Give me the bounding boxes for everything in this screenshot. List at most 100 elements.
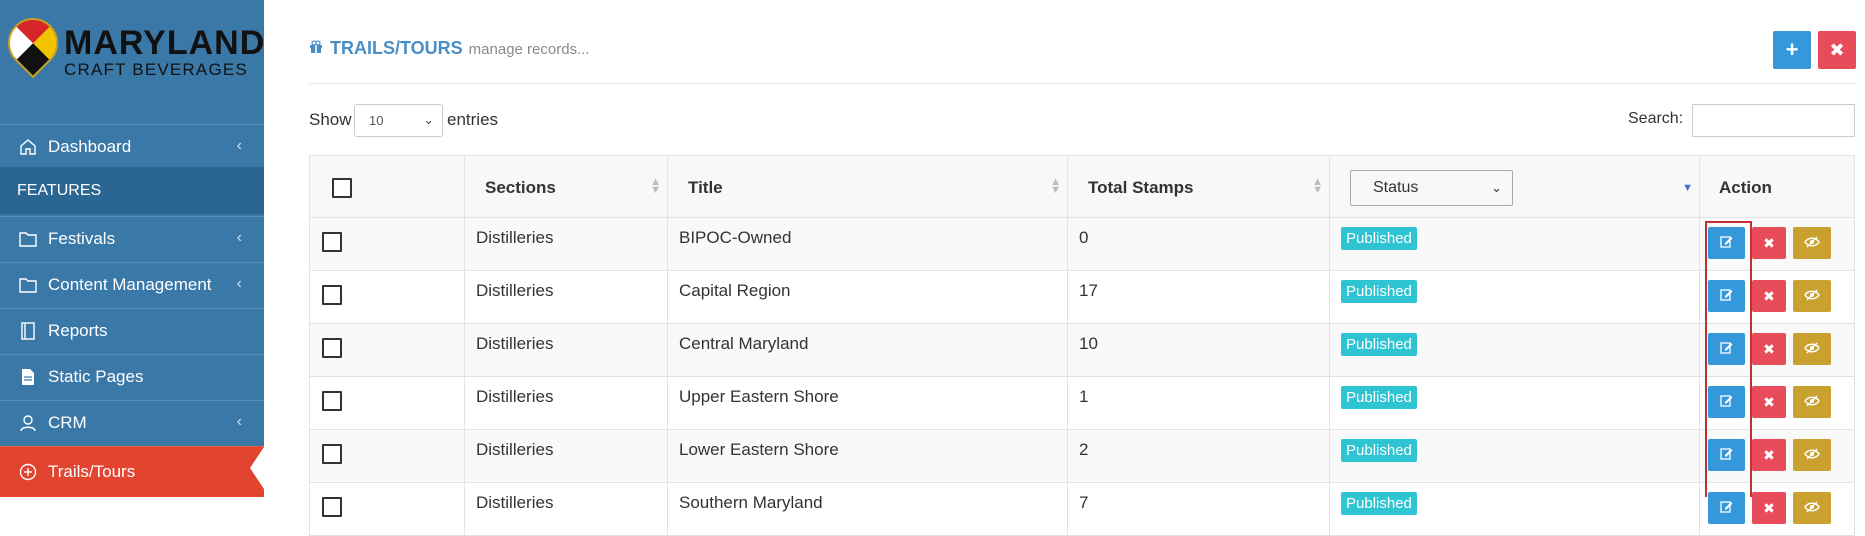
column-header-sections[interactable]: Sections ▲ ▼ bbox=[465, 156, 668, 219]
gift-icon bbox=[309, 40, 325, 56]
delete-button[interactable]: ✖ bbox=[1752, 439, 1786, 471]
close-icon: ✖ bbox=[1763, 340, 1775, 357]
table-header: Sections ▲ ▼ Title ▲ ▼ Total Stamps ▲ ▼ Sta… bbox=[309, 155, 1855, 219]
maryland-flag-pin-icon bbox=[0, 7, 69, 79]
status-badge: Published bbox=[1341, 386, 1417, 409]
sort-icon: ▲ ▼ bbox=[1312, 176, 1323, 196]
eye-slash-icon bbox=[1804, 235, 1820, 251]
delete-button[interactable]: ✖ bbox=[1752, 386, 1786, 418]
cell-section: Distilleries bbox=[465, 430, 668, 483]
cell-section: Distilleries bbox=[465, 483, 668, 536]
close-button[interactable]: ✖ bbox=[1818, 31, 1856, 69]
delete-button[interactable]: ✖ bbox=[1752, 227, 1786, 259]
row-select-cell bbox=[310, 324, 465, 377]
column-label: Total Stamps bbox=[1088, 177, 1194, 197]
status-filter-select[interactable]: Status ⌄ bbox=[1350, 169, 1513, 206]
cell-status: Published bbox=[1330, 324, 1700, 377]
cell-title: Southern Maryland bbox=[668, 483, 1068, 536]
cell-title: Upper Eastern Shore bbox=[668, 377, 1068, 430]
table-row: Distilleries Central Maryland 10 Published ✖ bbox=[309, 324, 1855, 377]
hide-button[interactable] bbox=[1793, 227, 1831, 259]
book-icon bbox=[18, 321, 38, 341]
status-badge: Published bbox=[1341, 333, 1417, 356]
sidebar-item-reports[interactable]: Reports bbox=[0, 308, 264, 353]
table-row: Distilleries BIPOC-Owned 0 Published ✖ bbox=[309, 218, 1855, 271]
cell-total-stamps: 17 bbox=[1068, 271, 1330, 324]
edit-icon bbox=[1720, 500, 1733, 516]
add-record-button[interactable]: + bbox=[1773, 31, 1811, 69]
chevron-left-icon: ‹ bbox=[236, 413, 242, 430]
search-label: Search: bbox=[1628, 110, 1684, 127]
column-header-total-stamps[interactable]: Total Stamps ▲ ▼ bbox=[1068, 156, 1330, 219]
eye-slash-icon bbox=[1804, 288, 1820, 304]
row-checkbox[interactable] bbox=[322, 285, 342, 305]
sidebar-item-static-pages[interactable]: Static Pages bbox=[0, 354, 264, 399]
hide-button[interactable] bbox=[1793, 333, 1831, 365]
header-divider bbox=[309, 83, 1855, 84]
delete-button[interactable]: ✖ bbox=[1752, 333, 1786, 365]
cell-total-stamps: 7 bbox=[1068, 483, 1330, 536]
cell-total-stamps: 1 bbox=[1068, 377, 1330, 430]
row-select-cell bbox=[310, 377, 465, 430]
cell-total-stamps: 10 bbox=[1068, 324, 1330, 377]
cell-title: Central Maryland bbox=[668, 324, 1068, 377]
cell-status: Published bbox=[1330, 483, 1700, 536]
cell-total-stamps: 2 bbox=[1068, 430, 1330, 483]
hide-button[interactable] bbox=[1793, 439, 1831, 471]
column-header-title[interactable]: Title ▲ ▼ bbox=[668, 156, 1068, 219]
sidebar-item-label: Trails/Tours bbox=[48, 462, 136, 481]
sidebar-section-features: FEATURES bbox=[0, 167, 264, 214]
select-all-checkbox[interactable] bbox=[332, 177, 352, 198]
close-icon: ✖ bbox=[1763, 393, 1775, 410]
row-select-cell bbox=[310, 430, 465, 483]
hide-button[interactable] bbox=[1793, 386, 1831, 418]
row-checkbox[interactable] bbox=[322, 391, 342, 411]
cell-status: Published bbox=[1330, 271, 1700, 324]
cell-section: Distilleries bbox=[465, 324, 668, 377]
status-badge: Published bbox=[1341, 492, 1417, 515]
edit-column-highlight bbox=[1705, 221, 1752, 497]
folder-icon bbox=[18, 275, 38, 295]
sort-icon: ▲ ▼ bbox=[650, 176, 661, 196]
sidebar-item-trails-tours[interactable]: Trails/Tours bbox=[0, 446, 264, 497]
logo[interactable]: MARYLAND CRAFT BEVERAGES bbox=[0, 0, 264, 108]
page-subtitle: manage records... bbox=[468, 41, 590, 58]
row-checkbox[interactable] bbox=[322, 497, 342, 517]
select-all-cell bbox=[310, 156, 465, 219]
sidebar-item-festivals[interactable]: Festivals ‹ bbox=[0, 216, 264, 261]
logo-line2: CRAFT BEVERAGES bbox=[64, 60, 248, 79]
status-filter-value: Status bbox=[1373, 178, 1419, 196]
page-size-select[interactable]: 10 ⌄ bbox=[354, 104, 443, 137]
sidebar-item-dashboard[interactable]: Dashboard ‹ bbox=[0, 124, 264, 169]
row-checkbox[interactable] bbox=[322, 338, 342, 358]
sidebar-item-label: Reports bbox=[48, 321, 108, 340]
status-badge: Published bbox=[1341, 439, 1417, 462]
page-size-value: 10 bbox=[369, 113, 384, 128]
table-row: Distilleries Southern Maryland 7 Published ✖ bbox=[309, 483, 1855, 536]
page-header: TRAILS/TOURS manage records... bbox=[309, 38, 590, 59]
row-checkbox[interactable] bbox=[322, 444, 342, 464]
row-checkbox[interactable] bbox=[322, 232, 342, 252]
page-title: TRAILS/TOURS bbox=[330, 38, 463, 58]
eye-slash-icon bbox=[1804, 500, 1820, 516]
cell-total-stamps: 0 bbox=[1068, 218, 1330, 271]
cell-title: Capital Region bbox=[668, 271, 1068, 324]
sidebar-item-crm[interactable]: CRM ‹ bbox=[0, 400, 264, 445]
row-select-cell bbox=[310, 271, 465, 324]
cell-title: Lower Eastern Shore bbox=[668, 430, 1068, 483]
cell-status: Published bbox=[1330, 377, 1700, 430]
status-badge: Published bbox=[1341, 227, 1417, 250]
table-row: Distilleries Capital Region 17 Published ✖ bbox=[309, 271, 1855, 324]
cell-status: Published bbox=[1330, 430, 1700, 483]
cell-section: Distilleries bbox=[465, 271, 668, 324]
cell-section: Distilleries bbox=[465, 218, 668, 271]
sidebar-item-content-management[interactable]: Content Management ‹ bbox=[0, 262, 264, 307]
cell-title: BIPOC-Owned bbox=[668, 218, 1068, 271]
sidebar-item-label: Dashboard bbox=[48, 137, 132, 156]
table-row: Distilleries Upper Eastern Shore 1 Publishe… bbox=[309, 377, 1855, 430]
search-input[interactable] bbox=[1692, 104, 1855, 137]
row-select-cell bbox=[310, 483, 465, 536]
delete-button[interactable]: ✖ bbox=[1752, 280, 1786, 312]
hide-button[interactable] bbox=[1793, 280, 1831, 312]
chevron-left-icon: ‹ bbox=[236, 137, 242, 154]
